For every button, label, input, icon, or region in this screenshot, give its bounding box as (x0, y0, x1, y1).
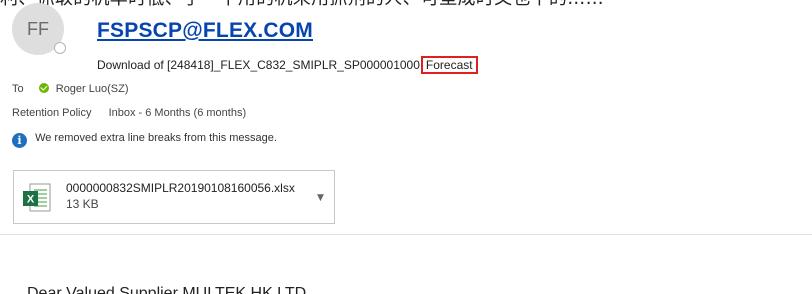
chevron-down-icon[interactable]: ▼ (317, 193, 324, 203)
body-cut-off-line: Dear Valued Supplier MULTEK HK LTD (27, 285, 307, 294)
svg-text:X: X (27, 194, 35, 206)
subject-text: Download of [248418]_FLEX_C832_SMIPLR_SP… (97, 58, 420, 72)
subject-line: Download of [248418]_FLEX_C832_SMIPLR_SP… (97, 56, 478, 74)
to-label: To (12, 83, 24, 95)
presence-available-icon (38, 83, 49, 93)
avatar-initials: FF (27, 19, 49, 39)
info-message: We removed extra line breaks from this m… (35, 132, 277, 144)
recipient-name[interactable]: Roger Luo(SZ) (56, 83, 129, 95)
recipients-row: To Roger Luo(SZ) (12, 81, 129, 97)
presence-status-icon (54, 42, 66, 54)
retention-policy-value: Inbox - 6 Months (6 months) (108, 107, 247, 119)
retention-policy-label: Retention Policy (12, 107, 92, 119)
excel-file-icon: X (23, 183, 51, 212)
attachment-filename: 0000000832SMIPLR20190108160056.xlsx (66, 181, 295, 195)
info-bar: i We removed extra line breaks from this… (12, 130, 277, 148)
email-reading-pane: 利、抓取的机率时低、手一下用的机来用抓剂的人、可型成时又也下的…… FF FSP… (0, 0, 812, 294)
attachment-card[interactable]: X 0000000832SMIPLR20190108160056.xlsx 13… (13, 170, 335, 224)
cut-off-top-text: 利、抓取的机率时低、手一下用的机来用抓剂的人、可型成时又也下的…… (0, 0, 660, 9)
subject-highlight: Forecast (420, 56, 478, 74)
sender-address[interactable]: FSPSCP@FLEX.COM (97, 19, 313, 43)
info-icon: i (12, 133, 27, 148)
header-divider (0, 234, 812, 235)
attachment-size: 13 KB (66, 197, 99, 211)
retention-policy-row: Retention Policy Inbox - 6 Months (6 mon… (12, 105, 246, 121)
